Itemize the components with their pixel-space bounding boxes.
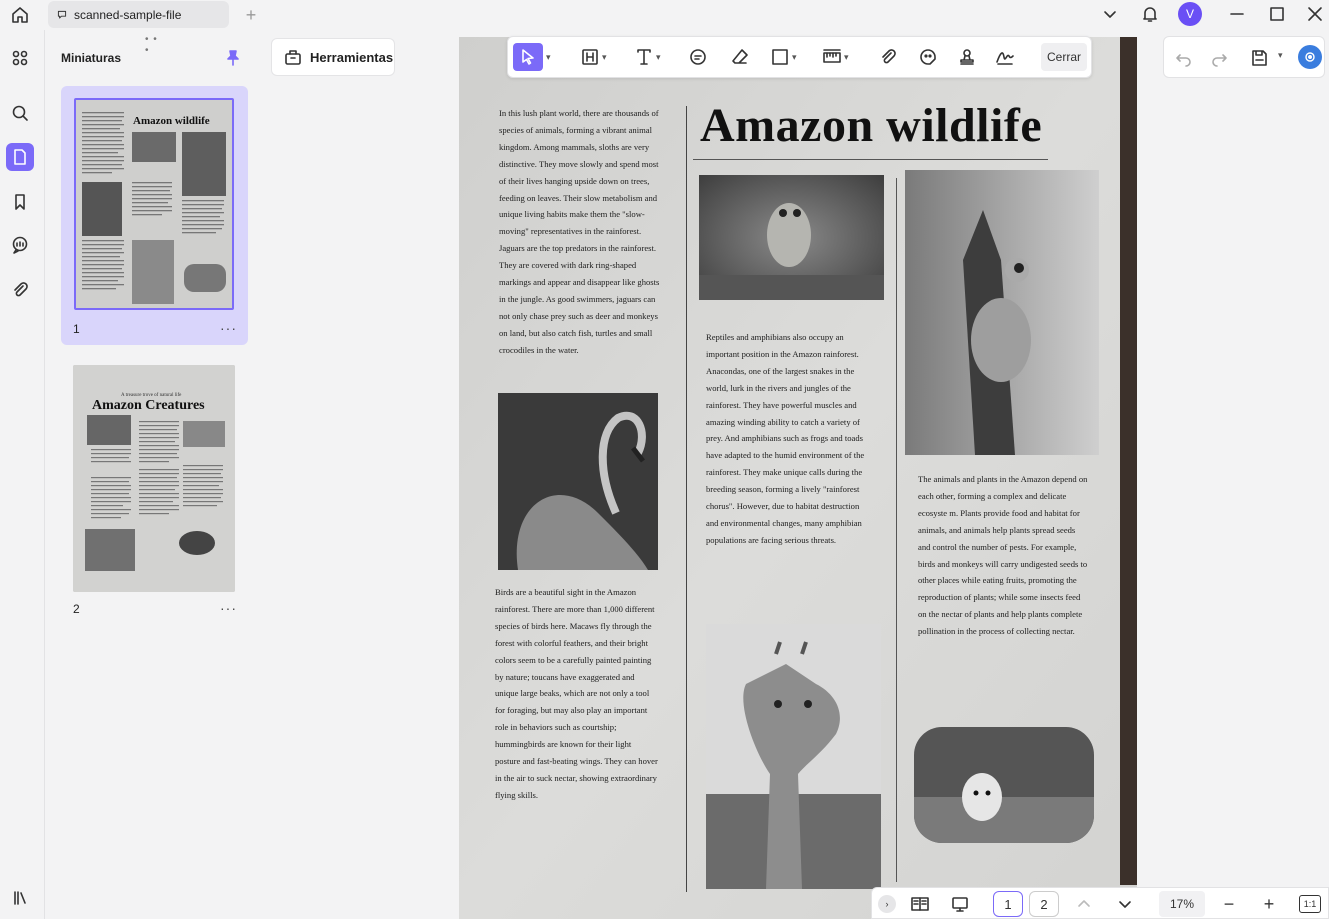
tools-label: Herramientas: [310, 49, 394, 65]
signature-icon[interactable]: [995, 43, 1015, 71]
annotation-toolbar: ▾ ▾ ▾ ▾ ▾ Cerrar: [507, 36, 1092, 78]
next-page-icon[interactable]: [1113, 891, 1137, 917]
save-icon[interactable]: [1249, 48, 1269, 68]
zoom-out-button[interactable]: −: [1218, 891, 1240, 917]
bell-icon[interactable]: [1137, 2, 1163, 26]
minimize-icon[interactable]: [1224, 2, 1250, 26]
comment-icon[interactable]: [6, 231, 34, 259]
column-divider: [896, 178, 897, 882]
collapse-chevron-icon[interactable]: ›: [878, 895, 896, 913]
page-2-thumbnail[interactable]: A treasure trove of natural life Amazon …: [73, 365, 235, 592]
comment-bubble-icon[interactable]: [688, 43, 708, 71]
select-dropdown[interactable]: ▾: [546, 43, 551, 71]
thumb2-title: Amazon Creatures: [92, 398, 205, 413]
save-dropdown[interactable]: ▾: [1278, 50, 1283, 61]
previous-page-icon[interactable]: [1072, 891, 1096, 917]
thumbnails-icon[interactable]: [6, 143, 34, 171]
search-icon[interactable]: [6, 99, 34, 127]
title-divider: [693, 159, 1048, 160]
library-icon[interactable]: [6, 884, 34, 912]
zoom-in-button[interactable]: +: [1258, 891, 1280, 917]
sticker-icon[interactable]: [918, 43, 938, 71]
page-number-1: 1: [73, 322, 80, 336]
rectangle-shape-icon[interactable]: ▾: [770, 43, 797, 71]
page-2-more-button[interactable]: ···: [220, 600, 237, 616]
document-tab-title: scanned-sample-file: [74, 7, 182, 22]
body-paragraph: The animals and plants in the Amazon dep…: [918, 474, 1088, 637]
pin-icon[interactable]: [223, 48, 243, 68]
document-title: Amazon wildlife: [700, 99, 1043, 152]
toolbox-icon: [283, 47, 303, 67]
eraser-icon[interactable]: [730, 43, 750, 71]
column-divider: [686, 106, 687, 892]
stamp-icon[interactable]: [957, 43, 977, 71]
page-1-button[interactable]: 1: [993, 891, 1023, 917]
attachment-icon[interactable]: [6, 276, 34, 304]
bookmark-icon[interactable]: [6, 188, 34, 216]
chevron-down-icon[interactable]: [1097, 2, 1123, 26]
thumb1-title: Amazon wildlife: [133, 115, 210, 127]
drag-handle[interactable]: • • •: [145, 34, 163, 56]
text-tool-icon[interactable]: ▾: [634, 43, 661, 71]
tools-button[interactable]: Herramientas: [271, 38, 395, 76]
new-tab-button[interactable]: +: [240, 4, 262, 26]
body-paragraph: Reptiles and amphibians also occupy an i…: [706, 332, 865, 545]
scan-edge-shadow: [1120, 37, 1137, 885]
edit-history-toolbar: ▾: [1163, 36, 1325, 78]
home-icon[interactable]: [8, 4, 32, 26]
status-bar: › 1 2 17% − + 1:1: [871, 887, 1329, 919]
measure-icon[interactable]: ▾: [822, 43, 849, 71]
attachment-clip-icon[interactable]: [878, 43, 898, 71]
avatar[interactable]: V: [1178, 2, 1202, 26]
page-number-2: 2: [73, 602, 80, 616]
highlight-text-icon[interactable]: ▾: [580, 43, 607, 71]
maximize-icon[interactable]: [1264, 2, 1290, 26]
page-1-more-button[interactable]: ···: [220, 320, 237, 336]
barn-owl-photo: [914, 727, 1094, 843]
body-paragraph: Birds are a beautiful sight in the Amazo…: [495, 587, 658, 800]
panel-title: Miniaturas: [61, 51, 122, 65]
page-2-button[interactable]: 2: [1029, 891, 1059, 917]
close-window-icon[interactable]: [1302, 2, 1328, 26]
presentation-icon[interactable]: [948, 891, 972, 917]
document-tab[interactable]: scanned-sample-file: [48, 1, 229, 28]
flamingo-photo: [498, 393, 658, 570]
grid-apps-icon[interactable]: [6, 44, 34, 72]
close-annotation-button[interactable]: Cerrar: [1041, 43, 1087, 71]
actual-size-button[interactable]: 1:1: [1299, 895, 1321, 913]
page-1-thumbnail[interactable]: Amazon wildlife: [74, 98, 234, 310]
ai-assistant-icon[interactable]: [1298, 45, 1322, 69]
zoom-level[interactable]: 17%: [1159, 891, 1205, 917]
giraffe-photo: [706, 624, 881, 889]
two-page-view-icon[interactable]: [908, 891, 932, 917]
body-paragraph: In this lush plant world, there are thou…: [499, 108, 660, 355]
select-cursor-icon[interactable]: [513, 43, 543, 71]
undo-icon[interactable]: [1174, 48, 1194, 68]
frog-photo: [905, 170, 1099, 455]
redo-icon[interactable]: [1209, 48, 1229, 68]
cloud-file-icon: [56, 9, 68, 21]
owl-photo: [699, 175, 884, 300]
